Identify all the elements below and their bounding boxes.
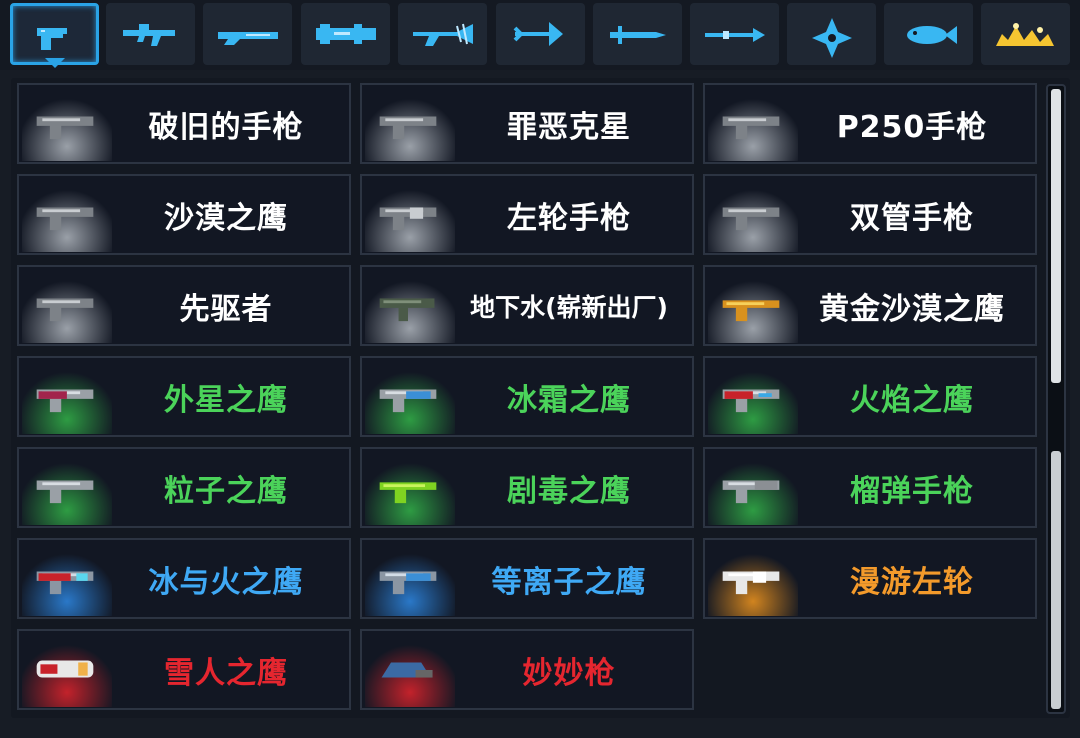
weapon-name: 黄金沙漠之鹰 — [819, 291, 1005, 327]
weapon-card[interactable]: 火焰之鹰 — [703, 356, 1037, 437]
weapon-name: 沙漠之鹰 — [164, 200, 288, 236]
weapon-card[interactable]: 冰与火之鹰 — [17, 538, 351, 619]
weapon-card[interactable]: 雪人之鹰 — [17, 629, 351, 710]
weapon-card[interactable]: 沙漠之鹰 — [17, 174, 351, 255]
weapon-name: 火焰之鹰 — [850, 382, 974, 418]
rocket-launcher-category-icon — [315, 24, 376, 44]
toxic-eagle-icon — [379, 482, 437, 504]
weapon-card[interactable]: 地下水(崭新出厂) — [360, 265, 694, 346]
weapon-name: 雪人之鹰 — [164, 655, 288, 691]
tab-pistol-category[interactable] — [10, 3, 99, 65]
sword-category-icon — [609, 26, 666, 44]
weapon-name: 地下水(崭新出厂) — [470, 292, 668, 322]
weapon-grid-panel: 破旧的手枪 罪恶克星 P250手枪沙漠之鹰 左轮手枪 双管手枪先驱者 地下水(崭新出厂) 黄… — [11, 78, 1070, 718]
weapon-card[interactable]: 冰霜之鹰 — [360, 356, 694, 437]
p250-pistol-icon — [722, 116, 780, 140]
weapon-card[interactable]: P250手枪 — [703, 83, 1037, 164]
tab-fish-category[interactable] — [884, 3, 973, 65]
assault-rifle-category-icon — [122, 24, 175, 46]
weapon-card[interactable]: 左轮手枪 — [360, 174, 694, 255]
weapon-name: 左轮手枪 — [507, 200, 631, 236]
weapon-name: 冰与火之鹰 — [148, 564, 304, 600]
tab-assault-rifle-category[interactable] — [106, 3, 195, 65]
weapon-card[interactable]: 妙妙枪 — [360, 629, 694, 710]
weapon-name: 先驱者 — [179, 291, 273, 327]
weapon-name: P250手枪 — [836, 109, 988, 145]
weapon-card[interactable]: 双管手枪 — [703, 174, 1037, 255]
weapon-name: 双管手枪 — [850, 200, 974, 236]
plasma-eagle-icon — [379, 571, 437, 595]
shotgun-category-icon — [217, 32, 278, 45]
tab-shotgun-category[interactable] — [203, 3, 292, 65]
snowman-eagle-icon — [36, 660, 94, 678]
revolver-icon — [379, 207, 437, 231]
pistol-category-icon — [36, 28, 67, 50]
ice-fire-eagle-icon — [36, 571, 94, 595]
old-pistol-icon — [36, 116, 94, 140]
weapon-name: 罪恶克星 — [507, 109, 631, 145]
pioneer-pistol-icon — [36, 298, 94, 322]
weapon-card[interactable]: 罪恶克星 — [360, 83, 694, 164]
weapon-name: 冰霜之鹰 — [507, 382, 631, 418]
weapon-name: 漫游左轮 — [850, 564, 974, 600]
laser-rifle-category-icon — [412, 23, 473, 46]
bow-category-icon — [513, 22, 563, 46]
weapon-card[interactable]: 榴弹手枪 — [703, 447, 1037, 528]
weapon-name: 粒子之鹰 — [164, 473, 288, 509]
tab-bow-category[interactable] — [496, 3, 585, 65]
weapon-card[interactable]: 等离子之鹰 — [360, 538, 694, 619]
scrollbar[interactable] — [1046, 84, 1066, 714]
particle-eagle-icon — [36, 480, 94, 504]
tab-special-gold-category[interactable] — [981, 3, 1070, 65]
weapon-name: 妙妙枪 — [522, 655, 616, 691]
weapon-card[interactable]: 先驱者 — [17, 265, 351, 346]
alien-eagle-icon — [36, 389, 94, 413]
golden-desert-eagle-icon — [722, 300, 780, 322]
fish-category-icon — [906, 26, 957, 44]
scrollbar-lower-segment — [1051, 451, 1061, 709]
tab-rocket-launcher-category[interactable] — [301, 3, 390, 65]
nemesis-pistol-icon — [379, 116, 437, 140]
weapon-name: 榴弹手枪 — [850, 473, 974, 509]
flame-eagle-icon — [722, 389, 780, 413]
weapon-card[interactable]: 外星之鹰 — [17, 356, 351, 437]
weapon-name: 破旧的手枪 — [148, 109, 304, 145]
special-gold-category-icon — [995, 23, 1054, 46]
weapon-name: 等离子之鹰 — [491, 564, 647, 600]
weapon-card[interactable]: 破旧的手枪 — [17, 83, 351, 164]
tab-shuriken-category[interactable] — [787, 3, 876, 65]
weapon-card[interactable]: 黄金沙漠之鹰 — [703, 265, 1037, 346]
frost-eagle-icon — [379, 389, 437, 413]
miaomiao-gun-icon — [381, 662, 433, 678]
grenade-pistol-icon — [722, 480, 780, 504]
active-tab-caret-icon — [45, 58, 65, 68]
desert-eagle-icon — [36, 207, 94, 231]
tab-spear-category[interactable] — [690, 3, 779, 65]
smg-icon — [379, 298, 435, 322]
double-barrel-pistol-icon — [722, 207, 780, 231]
weapon-card[interactable]: 粒子之鹰 — [17, 447, 351, 528]
scrollbar-thumb[interactable] — [1051, 89, 1061, 383]
weapon-card[interactable]: 剧毒之鹰 — [360, 447, 694, 528]
tab-sword-category[interactable] — [593, 3, 682, 65]
weapon-category-tabbar — [0, 0, 1080, 70]
spear-category-icon — [704, 28, 765, 42]
weapon-card[interactable]: 漫游左轮 — [703, 538, 1037, 619]
tab-laser-rifle-category[interactable] — [398, 3, 487, 65]
weapon-name: 剧毒之鹰 — [507, 473, 631, 509]
shuriken-category-icon — [811, 18, 852, 58]
roaming-revolver-icon — [722, 571, 780, 595]
weapon-name: 外星之鹰 — [164, 382, 288, 418]
